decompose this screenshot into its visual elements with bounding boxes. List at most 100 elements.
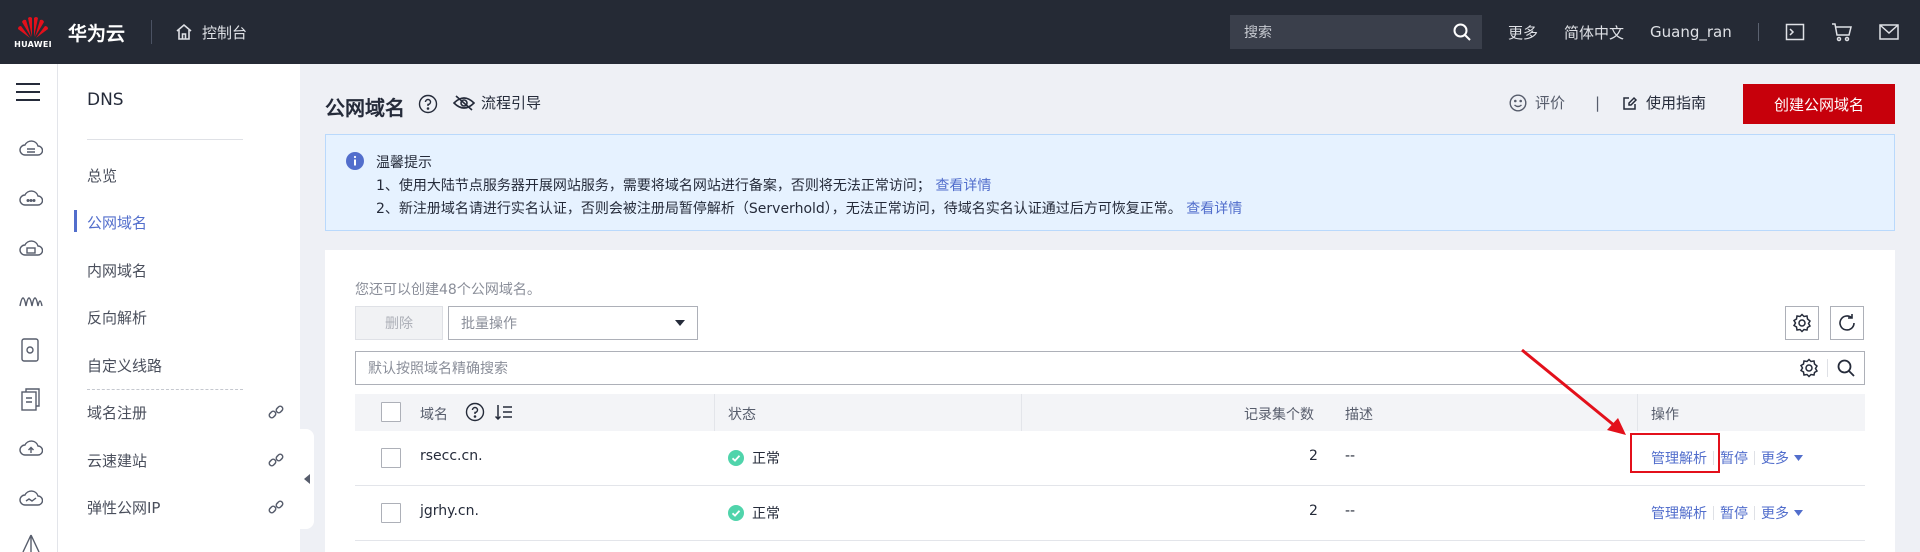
network-waves-icon[interactable]: [19, 288, 43, 310]
nav-item-domain-registration[interactable]: 域名注册: [87, 402, 147, 423]
notice-line-1: 1、使用大陆节点服务器开展网站服务，需要将域名网站进行备案，否则将无法正常访问；…: [376, 175, 991, 195]
nav-item-custom-lines[interactable]: 自定义线路: [87, 355, 162, 376]
external-link-icon: [268, 500, 284, 514]
notice-details-link-1[interactable]: 查看详情: [935, 178, 991, 194]
quota-text: 您还可以创建48个公网域名。: [355, 282, 541, 298]
check-circle-icon: [728, 450, 744, 466]
header-separator: |: [1595, 94, 1601, 112]
pause-link[interactable]: 暂停: [1720, 503, 1748, 523]
action-separator: [1754, 451, 1755, 465]
pause-link[interactable]: 暂停: [1720, 448, 1748, 468]
caret-down-icon: [675, 320, 685, 326]
cloud-dots-icon[interactable]: [19, 188, 43, 210]
nav-collapse-handle[interactable]: [300, 429, 314, 529]
column-separator: [714, 394, 715, 431]
notice-details-link-2[interactable]: 查看详情: [1186, 201, 1242, 217]
external-link-icon: [268, 453, 284, 467]
topbar-divider: [151, 20, 153, 44]
help-icon[interactable]: [465, 402, 485, 422]
refresh-icon: [1839, 314, 1855, 331]
domain-link[interactable]: jgrhy.cn.: [420, 503, 479, 519]
select-all-checkbox[interactable]: [381, 402, 401, 422]
huawei-logo[interactable]: HUAWEI: [0, 0, 66, 64]
action-separator: [1754, 506, 1755, 520]
annotation-highlight-box: [1630, 433, 1720, 473]
gear-icon[interactable]: [1799, 358, 1819, 378]
more-menu[interactable]: 更多: [1508, 22, 1538, 43]
table-row: jgrhy.cn. 正常 2 -- 管理解析 暂停 更多: [355, 486, 1865, 541]
service-icon-rail: [0, 64, 58, 552]
nav-item-elastic-ip[interactable]: 弹性公网IP: [87, 497, 160, 518]
status-cell: 正常: [728, 503, 780, 523]
status-cell: 正常: [728, 448, 780, 468]
console-link[interactable]: 控制台: [174, 22, 247, 43]
nav-title: DNS: [87, 90, 124, 110]
column-description: 描述: [1345, 407, 1373, 423]
rate-link[interactable]: 评价: [1509, 92, 1565, 113]
cloud-upload-icon[interactable]: [19, 438, 43, 460]
more-actions-link[interactable]: 更多: [1761, 503, 1789, 523]
status-text: 正常: [752, 451, 780, 467]
cloud-monitor-icon[interactable]: [19, 488, 43, 510]
nav-item-public-zones[interactable]: 公网域名: [87, 212, 147, 233]
domain-link[interactable]: rsecc.cn.: [420, 448, 483, 464]
delete-button[interactable]: 删除: [355, 306, 443, 340]
record-count: 2: [1309, 503, 1318, 519]
menu-icon[interactable]: [16, 82, 40, 102]
description: --: [1345, 448, 1356, 464]
tower-icon[interactable]: [19, 534, 43, 552]
user-guide-link[interactable]: 使用指南: [1622, 92, 1706, 113]
console-label: 控制台: [202, 23, 248, 42]
tip-notice: 温馨提示 1、使用大陆节点服务器开展网站服务，需要将域名网站进行备案，否则将无法…: [325, 134, 1895, 231]
help-icon[interactable]: [418, 94, 438, 114]
batch-operations-select[interactable]: 批量操作: [448, 306, 698, 340]
search-icon[interactable]: [1836, 358, 1856, 378]
process-guide-link[interactable]: 流程引导: [453, 92, 541, 113]
manage-records-link[interactable]: 管理解析: [1651, 503, 1707, 523]
gear-icon: [1792, 313, 1812, 333]
refresh-button[interactable]: [1830, 306, 1864, 340]
nav-item-reverse-resolution[interactable]: 反向解析: [87, 307, 147, 328]
create-public-zone-button[interactable]: 创建公网域名: [1743, 84, 1895, 124]
row-checkbox[interactable]: [381, 503, 401, 523]
annotation-arrow: [1521, 348, 1626, 435]
search-icon[interactable]: [1452, 22, 1472, 42]
database-icon[interactable]: [19, 338, 41, 362]
search-placeholder: 搜索: [1244, 25, 1272, 41]
column-domain: 域名: [420, 407, 448, 423]
settings-button[interactable]: [1785, 306, 1819, 340]
sort-icon[interactable]: [495, 404, 513, 420]
user-menu[interactable]: Guang_ran: [1650, 23, 1732, 41]
info-icon: [346, 152, 364, 170]
description: --: [1345, 503, 1356, 519]
column-separator: [1021, 394, 1022, 431]
action-separator: [1713, 506, 1714, 520]
column-separator: [1637, 394, 1638, 431]
more-actions-link[interactable]: 更多: [1761, 448, 1789, 468]
global-search-input[interactable]: 搜索: [1230, 15, 1482, 49]
language-switch[interactable]: 简体中文: [1564, 22, 1624, 43]
column-status: 状态: [728, 407, 756, 423]
brand-name[interactable]: 华为云: [68, 19, 125, 46]
message-icon[interactable]: [1879, 24, 1899, 40]
nav-item-overview[interactable]: 总览: [87, 165, 117, 186]
guide-label: 流程引导: [481, 94, 542, 112]
documents-icon[interactable]: [19, 388, 41, 412]
batch-placeholder: 批量操作: [461, 316, 517, 332]
table-header: 域名 状态 记录集个数 描述 操作: [355, 394, 1865, 431]
nav-item-private-zones[interactable]: 内网域名: [87, 260, 147, 281]
notice-line-1-text: 1、使用大陆节点服务器开展网站服务，需要将域名网站进行备案，否则将无法正常访问；: [376, 178, 931, 194]
check-circle-icon: [728, 505, 744, 521]
edit-document-icon: [1623, 96, 1638, 110]
caret-left-icon: [304, 474, 310, 484]
cloud-shell-icon[interactable]: [1785, 23, 1805, 41]
nav-item-site-builder[interactable]: 云速建站: [87, 450, 147, 471]
caret-down-icon: [1794, 455, 1803, 461]
domain-search-input[interactable]: 默认按照域名精确搜索: [355, 351, 1865, 385]
nav-dashed-divider: [87, 389, 243, 390]
cart-icon[interactable]: [1831, 22, 1853, 42]
row-checkbox[interactable]: [381, 448, 401, 468]
cloud-storage-icon[interactable]: [19, 238, 43, 260]
cloud-server-icon[interactable]: [19, 138, 43, 160]
smile-icon: [1509, 93, 1527, 112]
